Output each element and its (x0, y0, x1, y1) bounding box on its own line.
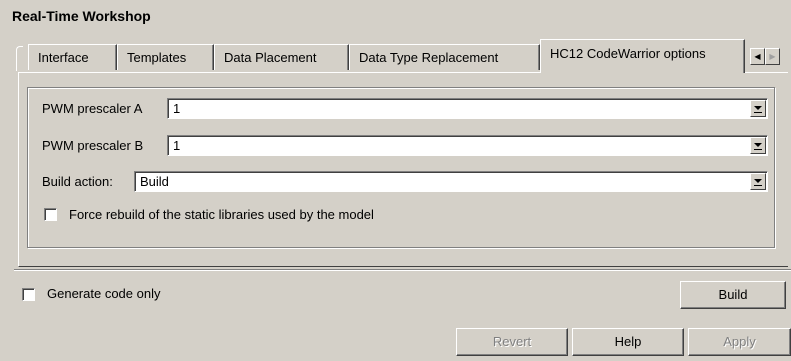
force-rebuild-checkbox[interactable] (44, 208, 57, 221)
build-action-dropdown-button[interactable] (750, 173, 766, 190)
pwm-prescaler-b-label: PWM prescaler B (42, 138, 144, 153)
apply-button[interactable]: Apply (688, 328, 791, 356)
build-action-value: Build (140, 174, 169, 189)
pwm-prescaler-a-dropdown-button[interactable] (750, 100, 766, 117)
tab-scroll-right-button[interactable]: ▶ (765, 48, 780, 65)
pwm-prescaler-a-dropdown[interactable]: 1 (167, 98, 768, 119)
panel-title: Real-Time Workshop (12, 8, 151, 24)
pwm-prescaler-a-value: 1 (173, 101, 181, 116)
tab-overflow-edge (16, 46, 23, 71)
tab-data-type-replacement[interactable]: Data Type Replacement (349, 44, 540, 70)
generate-code-only-checkbox[interactable] (22, 288, 35, 301)
options-group: PWM prescaler A 1 PWM prescaler B 1 Buil… (27, 87, 775, 248)
tab-strip: Interface Templates Data Placement Data … (16, 38, 788, 73)
build-button[interactable]: Build (680, 281, 786, 309)
tab-scroll-left-button[interactable]: ◀ (750, 48, 765, 65)
tab-hc12-codewarrior-options[interactable]: HC12 CodeWarrior options (540, 39, 745, 73)
tab-interface[interactable]: Interface (28, 44, 117, 70)
pwm-prescaler-b-dropdown-button[interactable] (750, 137, 766, 154)
build-action-label: Build action: (42, 174, 113, 189)
pwm-prescaler-a-label: PWM prescaler A (42, 101, 143, 116)
triangle-right-icon: ▶ (769, 52, 776, 61)
force-rebuild-label: Force rebuild of the static libraries us… (69, 207, 374, 222)
tab-panel: PWM prescaler A 1 PWM prescaler B 1 Buil… (18, 72, 788, 267)
help-button[interactable]: Help (572, 328, 684, 356)
revert-button[interactable]: Revert (456, 328, 568, 356)
triangle-left-icon: ◀ (754, 52, 761, 61)
tab-templates[interactable]: Templates (117, 44, 214, 70)
separator (14, 269, 791, 271)
build-action-dropdown[interactable]: Build (134, 171, 768, 192)
tab-data-placement[interactable]: Data Placement (214, 44, 349, 70)
pwm-prescaler-b-value: 1 (173, 138, 181, 153)
generate-code-only-label: Generate code only (47, 286, 161, 301)
pwm-prescaler-b-dropdown[interactable]: 1 (167, 135, 768, 156)
